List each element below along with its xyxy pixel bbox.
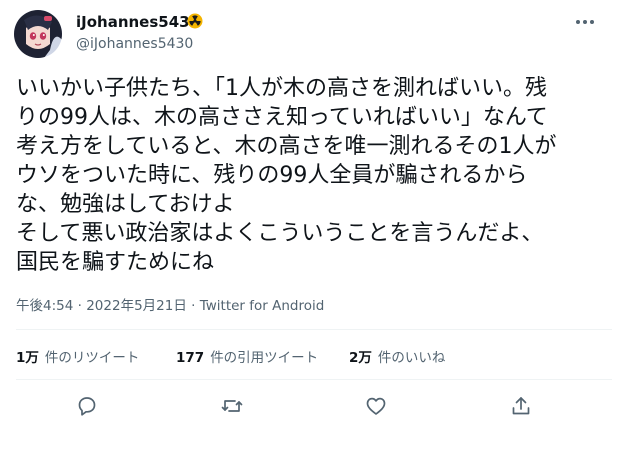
tweet-line: な、勉強はしておけよ xyxy=(16,192,235,217)
avatar-image xyxy=(14,10,62,58)
tweet-line: ウソをついた時に、残りの99人全員が騙されるから xyxy=(16,163,528,188)
display-name[interactable]: iJohannes5430 xyxy=(76,13,200,31)
handle[interactable]: @iJohannes5430 xyxy=(76,36,193,52)
reply-icon[interactable] xyxy=(75,394,99,418)
likes-stat[interactable]: 2万 件のいいね xyxy=(349,346,445,366)
tweet-time[interactable]: 午後4:54 xyxy=(16,298,73,314)
quotes-stat[interactable]: 177 件の引用ツイート xyxy=(176,346,318,366)
heart-icon[interactable] xyxy=(364,394,388,418)
radioactive-icon xyxy=(187,13,203,29)
divider xyxy=(16,379,612,380)
tweet-line: 考え方をしていると、木の高さを唯一測れるその1人が xyxy=(16,134,557,159)
tweet-line: そして悪い政治家はよくこういうことを言うんだよ、 xyxy=(16,221,544,246)
tweet-line: いいかい子供たち、「1人が木の高さを測ればいい。残 xyxy=(16,76,547,101)
tweet-source[interactable]: Twitter for Android xyxy=(200,298,325,314)
tweet-line: りの99人は、木の高ささえ知っていればいい」なんて xyxy=(16,105,548,130)
likes-label: 件のいいね xyxy=(377,350,446,366)
divider xyxy=(16,329,612,330)
retweet-icon[interactable] xyxy=(220,394,244,418)
tweet-meta: 午後4:54 · 2022年5月21日 · Twitter for Androi… xyxy=(16,294,324,314)
meta-separator: · xyxy=(191,298,196,314)
meta-separator: · xyxy=(77,298,82,314)
likes-count: 2万 xyxy=(349,350,372,366)
tweet-text: いいかい子供たち、「1人が木の高さを測ればいい。残 りの99人は、木の高ささえ知… xyxy=(16,74,612,277)
share-icon[interactable] xyxy=(509,394,533,418)
quotes-count: 177 xyxy=(176,350,205,366)
tweet-line: 国民を騙すためにね xyxy=(16,250,215,275)
tweet-date[interactable]: 2022年5月21日 xyxy=(86,298,187,314)
more-options-icon[interactable] xyxy=(574,15,596,29)
retweets-label: 件のリツイート xyxy=(44,350,140,366)
quotes-label: 件の引用ツイート xyxy=(210,350,319,366)
retweets-count: 1万 xyxy=(16,350,39,366)
avatar[interactable] xyxy=(14,10,62,58)
retweets-stat[interactable]: 1万 件のリツイート xyxy=(16,346,139,366)
